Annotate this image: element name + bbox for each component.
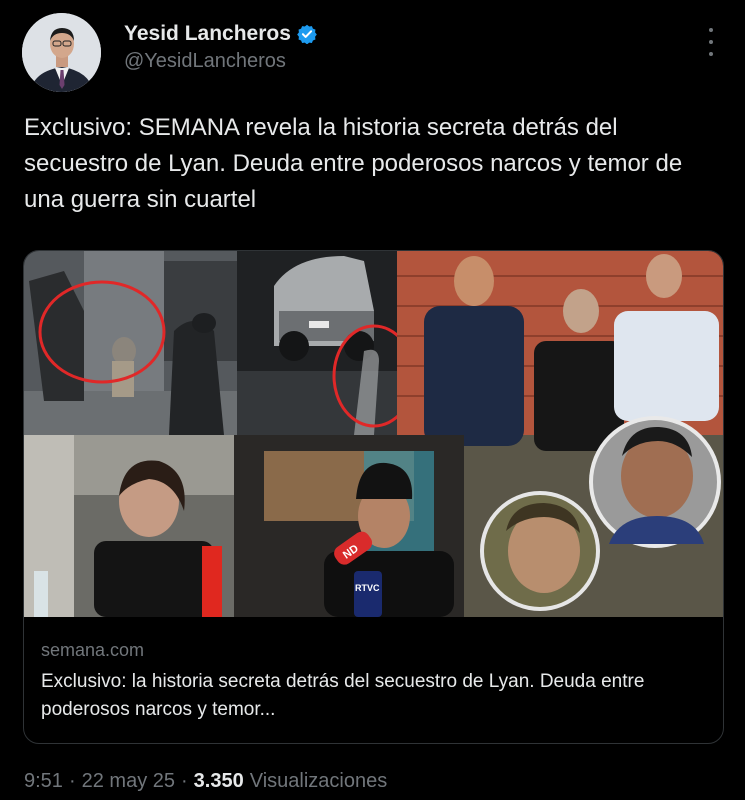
tweet-date[interactable]: 22 may 25 [82,770,175,793]
tweet-time[interactable]: 9:51 [24,770,63,793]
link-card[interactable]: ND RTVC semana.com Exclusivo: la histori… [23,250,724,744]
woman-photo-panel [24,435,234,617]
meta-separator: · [181,770,188,792]
cctv-panel-2 [237,251,416,435]
more-options-icon[interactable] [703,28,719,56]
views-label: Visualizaciones [249,770,388,792]
profile-avatar-icon [22,13,101,92]
author-display-name[interactable]: Yesid Lancheros [124,22,291,46]
mic-label-2: RTVC [355,583,380,593]
card-image: ND RTVC [24,251,723,617]
tweet-text: Exclusivo: SEMANA revela la historia sec… [24,114,683,213]
cctv-panel-1 [24,251,237,435]
author-handle[interactable]: @YesidLancheros [124,50,286,73]
author-name-row[interactable]: Yesid Lancheros [124,22,317,46]
card-title[interactable]: Exclusivo: la historia secreta detrás de… [41,668,701,724]
tweet-meta: 9:51 · 22 may 25 · 3.350 Visualizaciones [24,770,387,793]
views-count: 3.350 [193,770,244,792]
author-avatar[interactable] [22,13,101,92]
inset-portrait-1 [480,491,600,611]
card-domain[interactable]: semana.com [41,640,144,661]
inset-portrait-2 [589,416,721,548]
meta-separator: · [68,770,76,792]
verified-badge-icon [297,24,317,44]
interview-photo-panel: ND RTVC [234,435,464,617]
